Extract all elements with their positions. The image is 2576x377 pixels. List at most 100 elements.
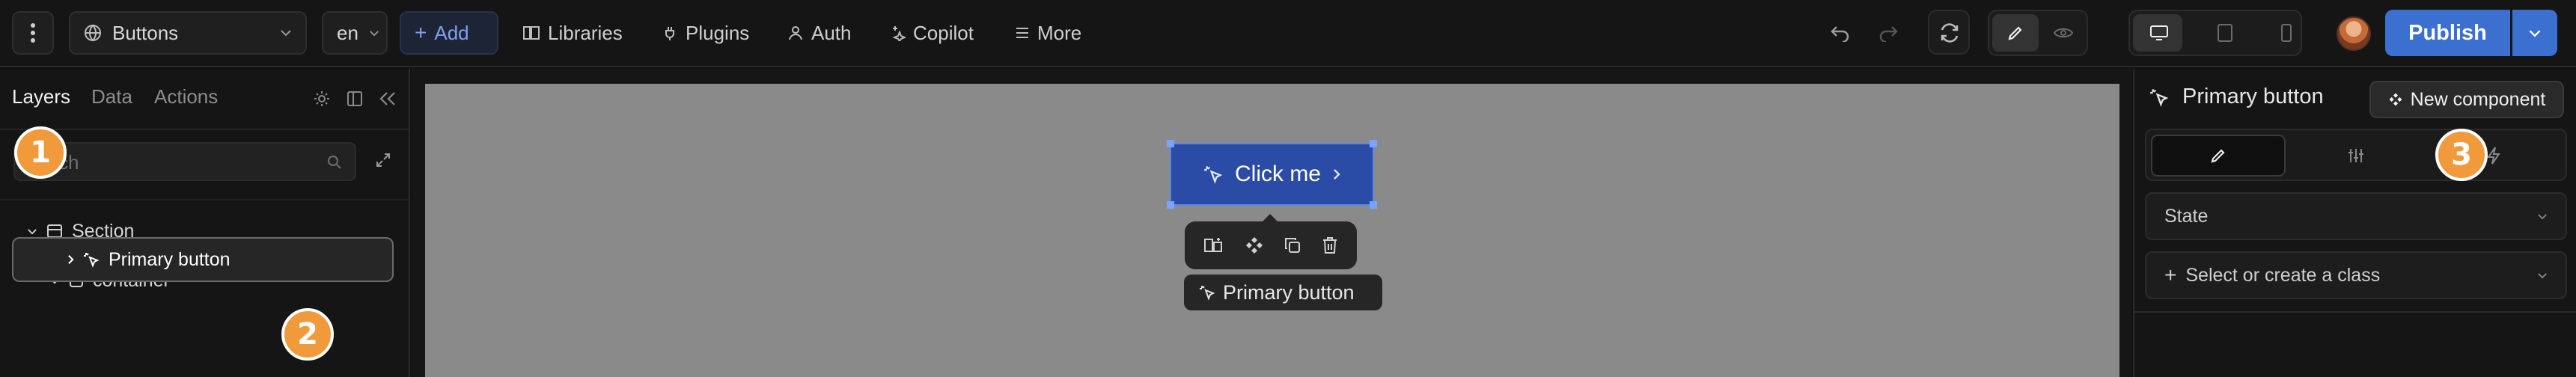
cursor-click-icon [83,251,100,268]
component-icon [2388,92,2403,107]
libraries-label: Libraries [548,21,623,44]
pencil-icon [2209,147,2227,165]
refresh-icon [1939,22,1960,43]
plugins-button[interactable]: Plugins [662,11,749,55]
chevron-down-icon [280,29,292,37]
libraries-button[interactable]: Libraries [522,11,623,55]
search-icon [326,154,343,171]
gear-icon[interactable] [313,90,331,108]
menu-icon [1015,26,1030,40]
collapse-panel-icon[interactable] [379,91,397,106]
expand-icon[interactable] [374,151,392,169]
locale-select[interactable]: en [322,11,388,55]
chevron-down-icon [2528,29,2542,37]
plus-icon: + [415,21,427,44]
search-divider [0,199,409,200]
component-icon[interactable] [1245,236,1264,255]
new-component-button[interactable]: New component [2369,81,2564,118]
cursor-click-icon [2149,88,2169,107]
tab-layers[interactable]: Layers [12,85,70,108]
cursor-click-icon [1199,284,1215,301]
tab-actions[interactable]: Actions [154,85,218,108]
panel-layout-icon[interactable] [346,90,364,108]
sliders-icon [2347,147,2365,165]
left-panel: Layers Data Actions Section [0,69,410,377]
plugins-label: Plugins [686,21,750,44]
wrap-icon[interactable] [1203,236,1224,254]
eye-icon [2054,25,2073,40]
tab-divider [0,129,409,130]
main-menu-button[interactable] [12,11,54,55]
new-component-label: New component [2410,88,2546,110]
avatar[interactable] [2337,16,2371,51]
tablet-icon [2217,23,2233,43]
button-label: Click me [1234,162,1321,186]
right-panel-divider [2134,311,2576,313]
selection-label-text: Primary button [1223,281,1355,304]
resize-handle[interactable] [1370,201,1377,209]
mobile-breakpoint-button[interactable] [2265,11,2308,55]
pencil-icon [2006,24,2024,42]
tablet-breakpoint-button[interactable] [2203,11,2247,55]
redo-button[interactable] [1867,11,1910,55]
chevron-right-icon [67,254,74,265]
selected-element-name: Primary button [2182,85,2324,108]
step-badge-3: 3 [2435,129,2488,181]
auth-label: Auth [811,21,852,44]
mobile-icon [2280,23,2292,43]
tab-style[interactable] [2151,135,2286,177]
class-select-label: Select or create a class [2185,264,2381,286]
plus-icon: + [2164,263,2177,286]
selected-element-title: Primary button [2149,85,2324,109]
chevron-down-icon [27,228,37,235]
top-toolbar: Buttons en + Add Libraries Plugins Auth [0,0,2576,67]
resize-handle[interactable] [1370,140,1377,147]
sparkle-icon [889,25,906,41]
tree-item-primary-button[interactable]: Primary button [12,237,394,282]
library-icon [522,25,540,41]
redo-icon [1878,24,1899,42]
locale-label: en [337,21,358,44]
chevron-down-icon [2537,213,2548,220]
tab-settings[interactable] [2289,135,2423,177]
element-action-bar [1185,214,1357,269]
cursor-click-icon [1203,165,1223,184]
resize-handle[interactable] [1167,140,1174,147]
auth-button[interactable]: Auth [787,11,852,55]
class-select[interactable]: + Select or create a class [2145,251,2567,299]
copilot-button[interactable]: Copilot [889,11,974,55]
more-label: More [1037,21,1082,44]
more-button[interactable]: More [1015,11,1081,55]
tree-item-label: Primary button [109,248,231,270]
page-select-label: Buttons [112,21,179,44]
publish-button[interactable]: Publish [2385,10,2510,56]
chevron-down-icon [369,30,379,37]
state-label: State [2164,205,2209,227]
vertical-dots-icon [30,22,36,43]
page-select[interactable]: Buttons [69,11,307,55]
refresh-button[interactable] [1928,11,1971,55]
chevron-down-icon [2537,272,2548,279]
resize-handle[interactable] [1167,201,1174,209]
undo-button[interactable] [1819,11,1862,55]
canvas-primary-button[interactable]: Click me [1170,143,1374,206]
lightning-icon [2486,146,2501,165]
user-icon [787,25,804,41]
plug-icon [662,25,678,41]
desktop-breakpoint-button[interactable] [2137,11,2181,55]
duplicate-icon[interactable] [1284,236,1301,254]
publish-options-button[interactable] [2512,10,2557,56]
preview-mode-button[interactable] [2042,11,2085,55]
tab-data[interactable]: Data [91,85,132,108]
selection-label: Primary button [1184,275,1382,310]
undo-icon [1830,24,1851,42]
add-label: Add [434,21,469,44]
design-mode-button[interactable] [1994,11,2037,55]
trash-icon[interactable] [1322,236,1338,254]
copilot-label: Copilot [913,21,974,44]
step-badge-2: 2 [281,308,334,361]
state-select[interactable]: State [2145,192,2567,240]
chevron-right-icon [1333,168,1340,180]
layers-search-input[interactable] [58,151,313,174]
add-button[interactable]: + Add [400,11,498,55]
